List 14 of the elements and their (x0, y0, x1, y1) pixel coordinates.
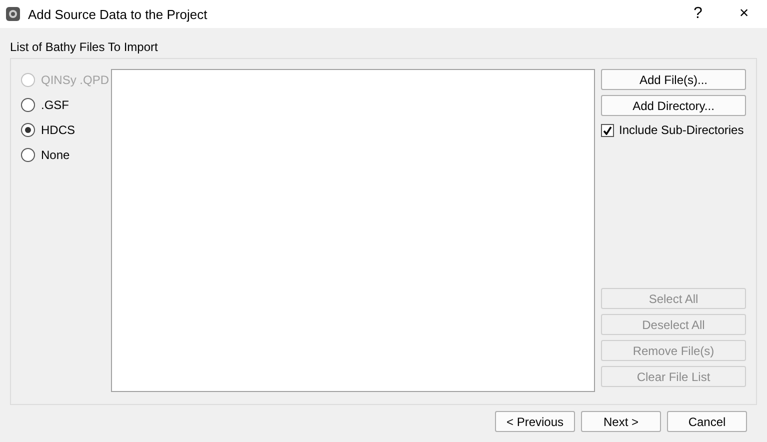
check-icon (603, 126, 612, 134)
add-button[interactable]: Add File(s)... (601, 69, 746, 90)
format-radio[interactable]: .GSF (21, 96, 111, 114)
footer-button[interactable]: < Previous (495, 411, 575, 432)
add-button[interactable]: Add Directory... (601, 95, 746, 116)
section-label: List of Bathy Files To Import (10, 40, 159, 54)
window-title: Add Source Data to the Project (28, 6, 208, 22)
footer-button[interactable]: Next > (581, 411, 661, 432)
file-list[interactable] (111, 69, 595, 392)
app-logo-icon (6, 7, 20, 21)
format-radio[interactable]: HDCS (21, 121, 111, 139)
footer-button[interactable]: Cancel (667, 411, 747, 432)
include-subdirs-checkbox[interactable]: Include Sub-Directories (601, 121, 746, 139)
format-radio[interactable]: None (21, 146, 111, 164)
